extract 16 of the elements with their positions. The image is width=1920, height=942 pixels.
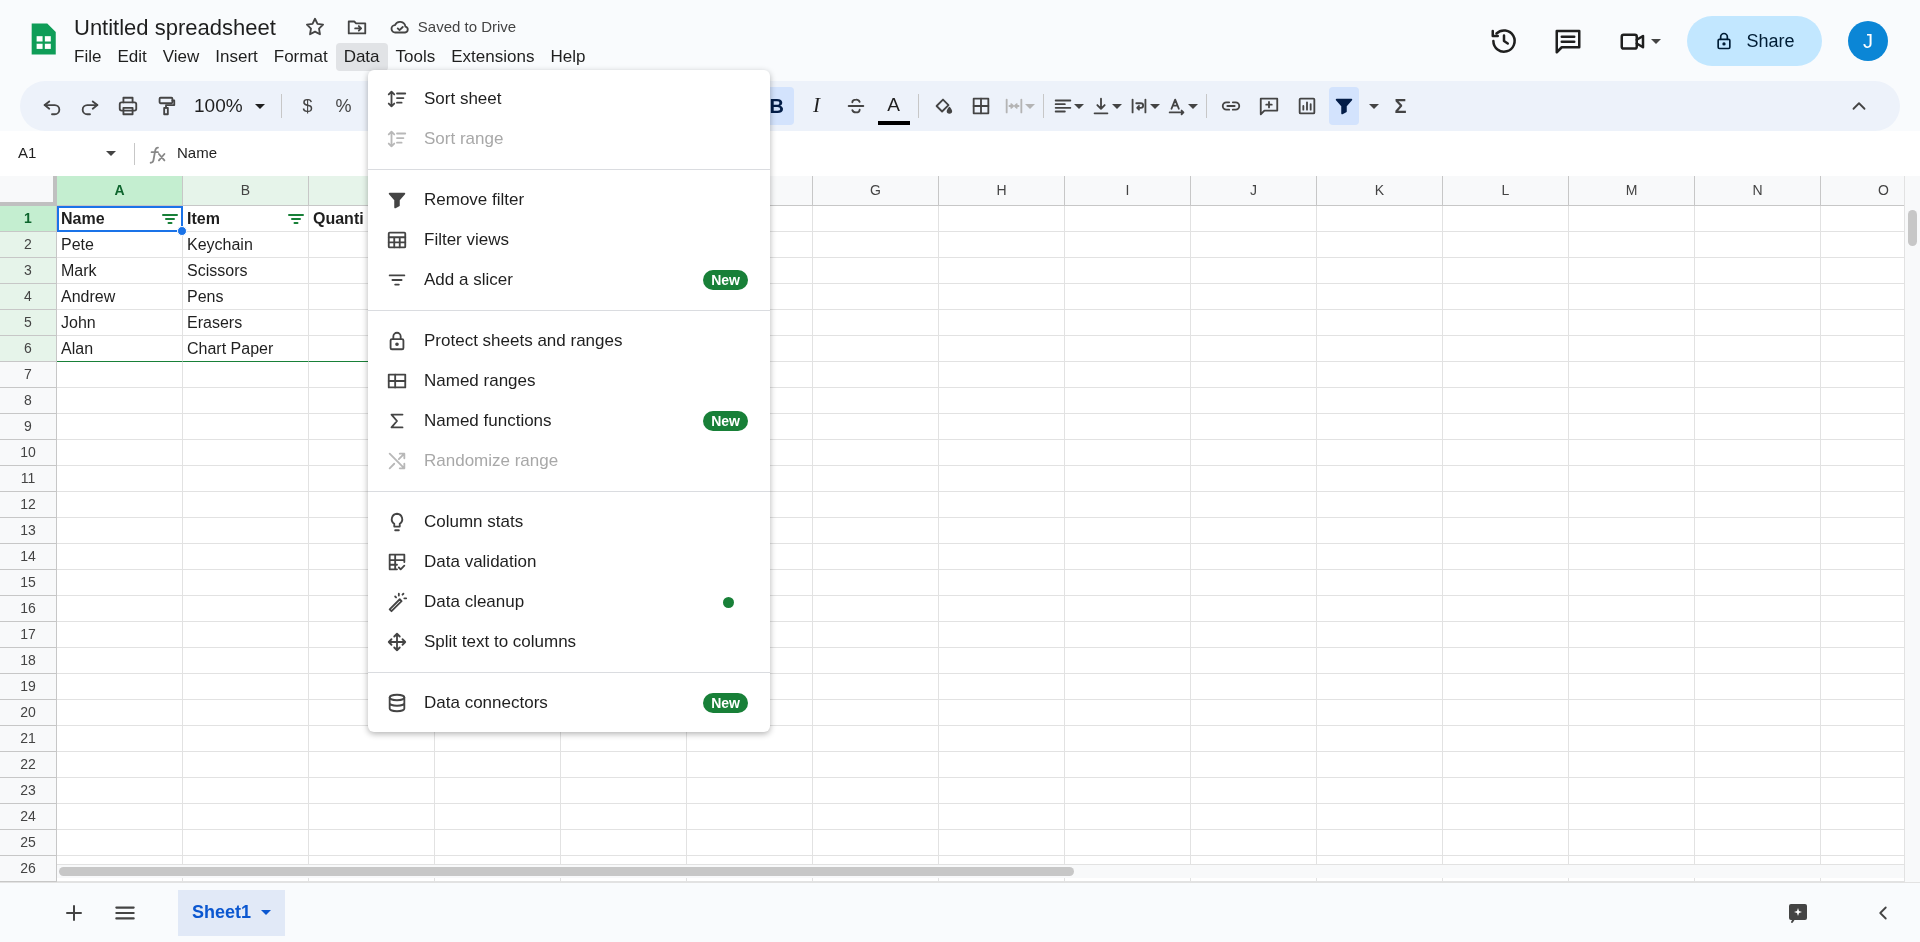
table-cell: Mark [57,258,183,284]
table-cell: Chart Paper [183,336,309,362]
table-cell: Scissors [183,258,309,284]
table-cell: Keychain [183,232,309,258]
new-badge: New [703,411,748,431]
table-cell: John [57,310,183,336]
new-badge: New [703,693,748,713]
cell-text: Name [61,208,106,229]
save-status: Saved to Drive [417,16,517,37]
table-cell: Pete [57,232,183,258]
table-cell: Erasers [183,310,309,336]
table-cell: Pens [183,284,309,310]
table-cell: Alan [57,336,183,362]
table-cell: Andrew [57,284,183,310]
cell-text: Item [187,208,221,229]
new-badge: New [703,270,748,290]
